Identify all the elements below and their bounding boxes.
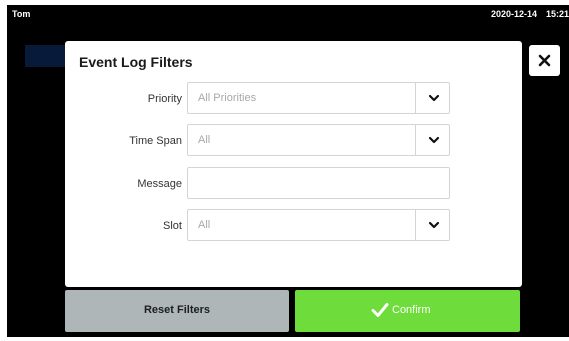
time-span-label: Time Span xyxy=(129,135,182,147)
priority-value: All Priorities xyxy=(198,92,257,104)
message-input[interactable] xyxy=(187,167,450,199)
slot-value: All xyxy=(198,219,211,231)
user-name: Tom xyxy=(12,9,31,19)
chevron-down-icon[interactable] xyxy=(428,219,440,231)
background-tab xyxy=(25,45,65,67)
check-icon xyxy=(371,303,389,317)
close-button[interactable] xyxy=(529,45,560,76)
reset-filters-button[interactable]: Reset Filters xyxy=(65,290,289,332)
priority-label: Priority xyxy=(147,93,182,105)
device-display: Tom 2020-12-14 15:21 Event Log Filters P… xyxy=(7,5,569,337)
priority-select[interactable]: All Priorities xyxy=(187,82,450,114)
message-label: Message xyxy=(137,178,182,190)
status-time: 15:21 xyxy=(546,9,569,19)
slot-select[interactable]: All xyxy=(187,209,450,241)
reset-filters-label: Reset Filters xyxy=(143,304,211,316)
time-span-select[interactable]: All xyxy=(187,124,450,156)
select-divider xyxy=(415,125,416,155)
slot-label: Slot xyxy=(163,220,182,232)
confirm-button[interactable]: Confirm xyxy=(295,290,520,332)
confirm-label: Confirm xyxy=(392,304,431,316)
close-icon xyxy=(538,54,551,67)
event-log-filters-dialog: Event Log Filters Priority All Prioritie… xyxy=(65,41,522,287)
select-divider xyxy=(415,83,416,113)
chevron-down-icon[interactable] xyxy=(428,92,440,104)
select-divider xyxy=(415,210,416,240)
dialog-title: Event Log Filters xyxy=(79,54,193,70)
time-span-value: All xyxy=(198,134,211,146)
status-bar: Tom 2020-12-14 15:21 xyxy=(7,5,569,27)
status-date: 2020-12-14 xyxy=(491,9,538,19)
screen: Tom 2020-12-14 15:21 Event Log Filters P… xyxy=(0,0,569,341)
chevron-down-icon[interactable] xyxy=(428,134,440,146)
